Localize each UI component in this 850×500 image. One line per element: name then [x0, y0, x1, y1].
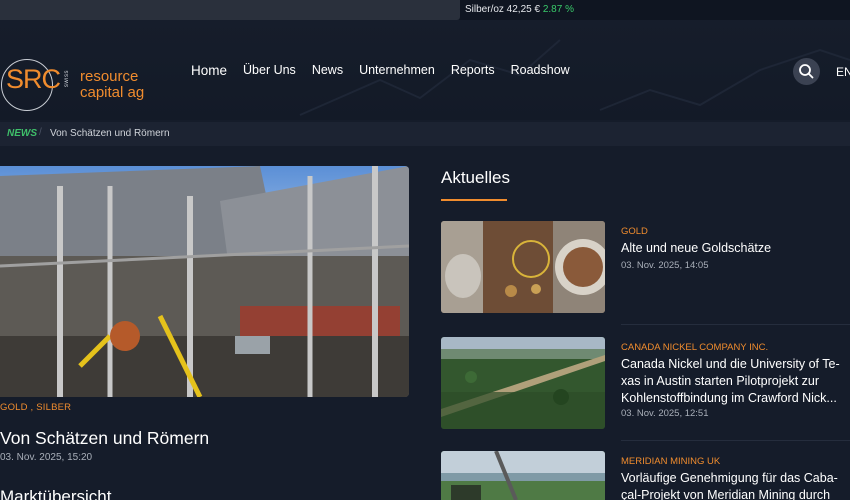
news-item-image[interactable]: [441, 221, 605, 313]
news-item-title[interactable]: Vorläufige Genehmigung für das Caba-çal-…: [621, 470, 849, 500]
breadcrumb-section[interactable]: NEWS: [7, 128, 37, 139]
news-item-title[interactable]: Canada Nickel und die University of Te-x…: [621, 356, 849, 407]
nav-home[interactable]: Home: [191, 63, 227, 83]
news-item[interactable]: CANADA NICKEL COMPANY INC. Canada Nickel…: [441, 337, 850, 429]
nav-ueber-uns[interactable]: Über Uns: [243, 63, 296, 83]
language-switch[interactable]: EN: [836, 65, 850, 79]
breadcrumb-current: Von Schätzen und Römern: [50, 128, 170, 139]
breadcrumb: NEWS / Von Schätzen und Römern: [0, 122, 850, 146]
news-item-date: 03. Nov. 2025, 12:51: [621, 408, 709, 419]
breadcrumb-separator: /: [39, 127, 42, 138]
news-item-category[interactable]: MERIDIAN MINING UK: [621, 456, 720, 467]
logo-main-text: SRC: [6, 64, 61, 94]
news-item[interactable]: GOLD Alte und neue Goldschätze 03. Nov. …: [441, 221, 850, 313]
gold-nuggets-photo: [441, 221, 605, 313]
news-item-image[interactable]: [441, 337, 605, 429]
drill-rig-photo: [441, 451, 605, 500]
forest-aerial-photo: [441, 337, 605, 429]
nav-roadshow[interactable]: Roadshow: [511, 63, 570, 83]
news-divider: [621, 324, 850, 325]
site-header: SRC swiss resource capital ag Home Über …: [0, 20, 850, 120]
ticker-bar: Silber/oz 42,25 € 2.87 %: [0, 0, 850, 20]
market-heading: Marktübersicht: [0, 487, 112, 500]
news-item[interactable]: MERIDIAN MINING UK Vorläufige Genehmigun…: [441, 451, 850, 500]
news-item-image[interactable]: [441, 451, 605, 500]
news-divider: [621, 440, 850, 441]
news-item-category[interactable]: GOLD: [621, 226, 648, 237]
ticker-label: Silber/oz 42,25 €: [465, 4, 541, 15]
ticker-change: 2.87 %: [542, 4, 574, 15]
search-button[interactable]: [793, 58, 820, 85]
nav-reports[interactable]: Reports: [451, 63, 495, 83]
mine-plant-photo: [0, 166, 409, 397]
aktuelles-underline: [441, 199, 507, 201]
nav-news[interactable]: News: [312, 63, 343, 83]
logo-line1: resource: [80, 68, 139, 85]
featured-image[interactable]: [0, 166, 409, 397]
ticker-quote: Silber/oz 42,25 € 2.87 %: [465, 4, 574, 15]
featured-date: 03. Nov. 2025, 15:20: [0, 452, 93, 463]
search-icon: [799, 64, 814, 79]
news-item-title[interactable]: Alte und neue Goldschätze: [621, 240, 849, 257]
featured-category[interactable]: GOLD , SILBER: [0, 402, 71, 413]
ticker-left-panel: [0, 0, 460, 20]
news-item-date: 03. Nov. 2025, 14:05: [621, 260, 709, 271]
logo-swiss-text: swiss: [64, 70, 70, 88]
site-logo[interactable]: SRC swiss resource capital ag: [0, 56, 160, 116]
nav-unternehmen[interactable]: Unternehmen: [359, 63, 435, 83]
main-nav: Home Über Uns News Unternehmen Reports R…: [191, 63, 586, 83]
logo-line2: capital ag: [80, 84, 145, 101]
news-item-category[interactable]: CANADA NICKEL COMPANY INC.: [621, 342, 768, 353]
featured-title[interactable]: Von Schätzen und Römern: [0, 428, 209, 449]
aktuelles-heading: Aktuelles: [441, 168, 510, 187]
